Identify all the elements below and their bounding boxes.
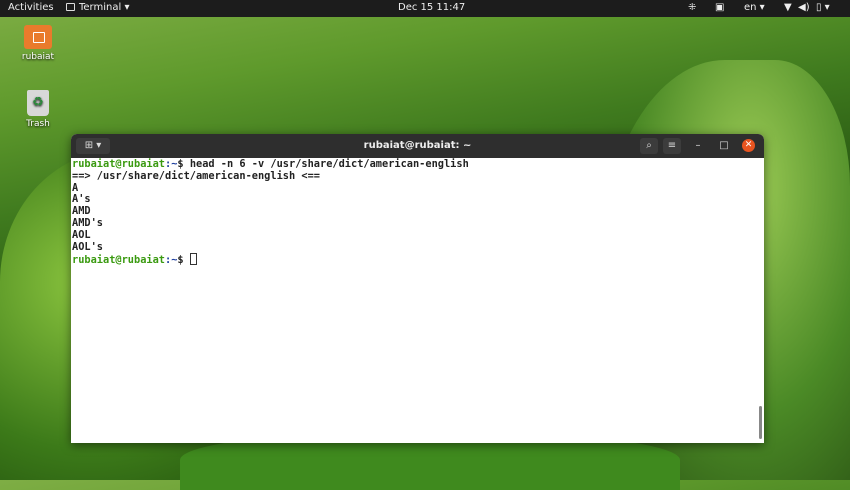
terminal-window: ⊞ ▾ rubaiat@rubaiat: ~ ⌕ ≡ – □ ✕ rubaiat… [71, 134, 764, 443]
output-line: A's [72, 193, 91, 206]
terminal-icon [66, 3, 75, 11]
output-line: AOL [72, 228, 91, 241]
screen-icon[interactable]: ▣ [715, 2, 724, 13]
window-title: rubaiat@rubaiat: ~ [363, 140, 472, 151]
activities-button[interactable]: Activities [8, 2, 54, 13]
prompt-line: rubaiat@rubaiat:~$ [72, 253, 197, 267]
top-bar: Activities Terminal ▾ Dec 15 11:47 ⁜ ▣ e… [0, 0, 850, 17]
maximize-button[interactable]: □ [717, 138, 731, 154]
terminal-output[interactable]: rubaiat@rubaiat:~$ head -n 6 -v /usr/sha… [71, 158, 764, 268]
prompt-symbol: $ [177, 254, 190, 267]
prompt-path: :~ [165, 254, 178, 267]
prompt-symbol: $ [177, 158, 190, 170]
desktop-icon-trash[interactable]: ♻ Trash [13, 90, 63, 129]
language-menu[interactable]: en ▾ [744, 2, 765, 13]
app-menu-label: Terminal [79, 2, 122, 13]
output-line: AMD [72, 205, 91, 218]
menu-button[interactable]: ≡ [663, 138, 681, 154]
command-text: head -n 6 -v /usr/share/dict/american-en… [189, 158, 469, 170]
prompt-path: :~ [165, 158, 178, 170]
home-folder-icon [24, 25, 52, 49]
output-line: AMD's [72, 216, 103, 229]
close-button[interactable]: ✕ [742, 139, 755, 152]
desktop-icon-home[interactable]: rubaiat [13, 25, 63, 62]
wifi-icon[interactable]: ▼ [784, 2, 792, 13]
minimize-button[interactable]: – [691, 138, 705, 154]
cursor [189, 253, 197, 266]
desktop-icon-label: rubaiat [21, 52, 55, 62]
desktop-icon-label: Trash [26, 119, 50, 129]
slack-icon[interactable]: ⁜ [688, 2, 696, 13]
search-button[interactable]: ⌕ [640, 138, 658, 154]
trash-icon: ♻ [27, 90, 49, 116]
output-line: ==> /usr/share/dict/american-english <== [72, 169, 320, 182]
prompt-user: rubaiat@rubaiat [72, 254, 165, 267]
battery-icon[interactable]: ▯ ▾ [816, 2, 830, 13]
app-menu[interactable]: Terminal ▾ [66, 2, 129, 13]
command-line: rubaiat@rubaiat:~$ head -n 6 -v /usr/sha… [72, 158, 469, 170]
output-line: A [72, 181, 79, 194]
chevron-down-icon: ▾ [124, 2, 130, 13]
clock[interactable]: Dec 15 11:47 [398, 2, 465, 13]
output-line: AOL's [72, 240, 103, 253]
title-bar[interactable]: ⊞ ▾ rubaiat@rubaiat: ~ ⌕ ≡ – □ ✕ [71, 134, 764, 158]
language-label: en [744, 2, 757, 13]
scrollbar[interactable] [759, 406, 762, 439]
prompt-user: rubaiat@rubaiat [72, 158, 165, 170]
volume-icon[interactable]: ◀) [798, 2, 810, 13]
